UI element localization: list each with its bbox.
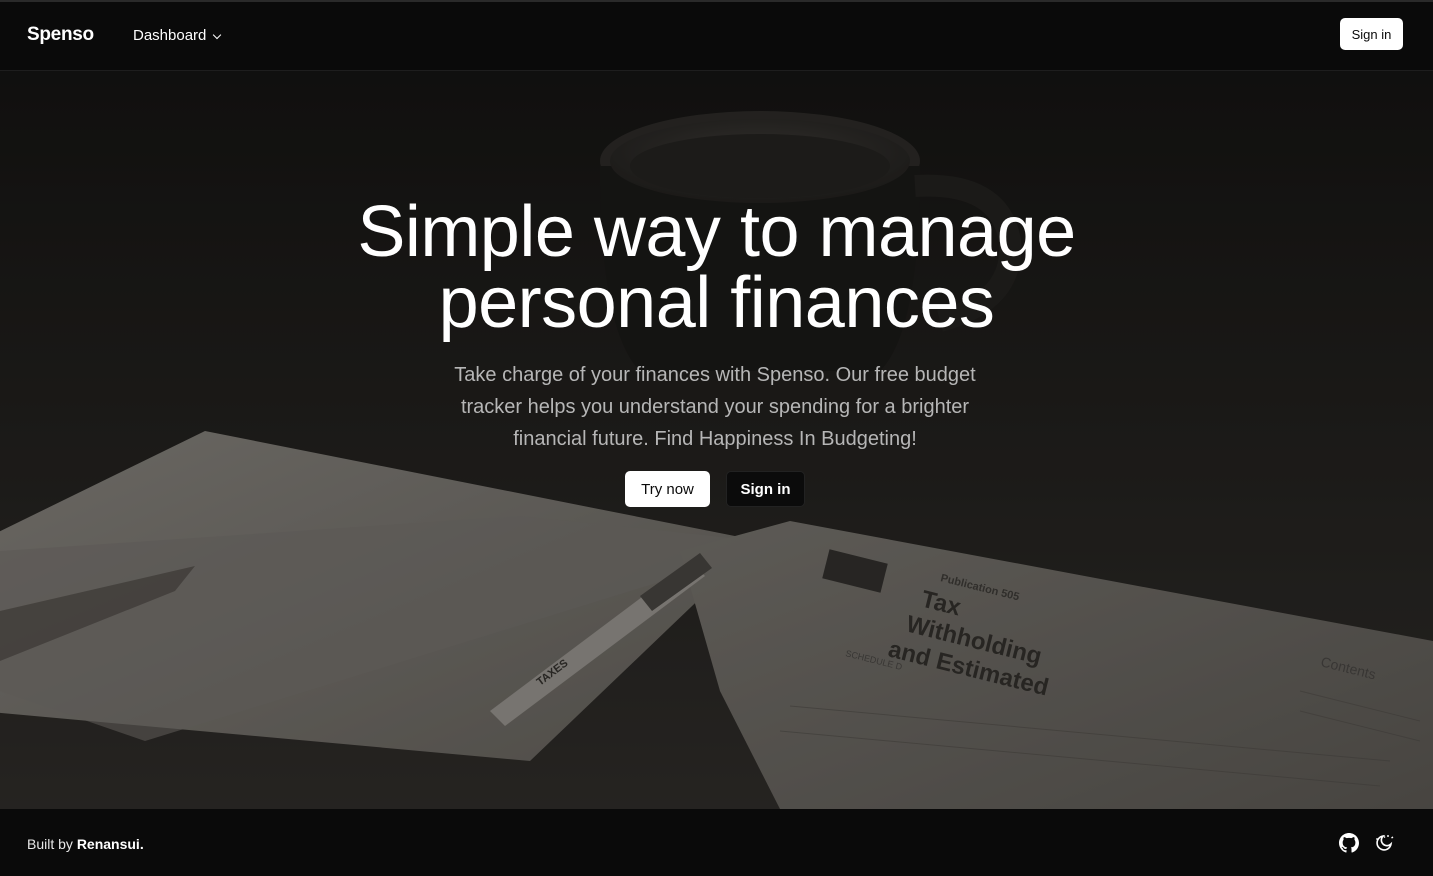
brand-logo[interactable]: Spenso (27, 24, 94, 46)
hero-title-line-1: Simple way to manage (357, 192, 1076, 272)
hero-sign-in-button[interactable]: Sign in (726, 471, 805, 507)
hero-cta-row: Try now Sign in (625, 471, 805, 507)
try-now-button[interactable]: Try now (625, 471, 710, 507)
theme-toggle-icon[interactable] (1374, 833, 1394, 853)
hero-title-line-2: personal finances (438, 263, 995, 343)
hero-section: TAXES Publication 505 Tax Withholding an… (0, 71, 1433, 809)
dashboard-menu-label: Dashboard (133, 27, 207, 44)
hero-subtitle: Take charge of your finances with Spenso… (454, 364, 976, 450)
header-sign-in-button[interactable]: Sign in (1340, 18, 1403, 50)
footer: Built by Renansui. (0, 809, 1433, 876)
github-icon[interactable] (1339, 833, 1359, 853)
author-link[interactable]: Renansui (77, 836, 140, 852)
footer-credit-suffix: . (139, 836, 144, 852)
footer-credit: Built by Renansui. (27, 836, 144, 852)
top-navbar: Spenso Dashboard Sign in (0, 0, 1433, 71)
moon-sun-icon-glyph (1376, 834, 1394, 851)
hero-title: Simple way to manage personal finances (0, 196, 1433, 339)
chevron-down-icon (213, 30, 222, 39)
footer-credit-prefix: Built by (27, 836, 73, 852)
github-icon-glyph (1339, 833, 1359, 853)
dashboard-menu[interactable]: Dashboard (133, 27, 222, 44)
